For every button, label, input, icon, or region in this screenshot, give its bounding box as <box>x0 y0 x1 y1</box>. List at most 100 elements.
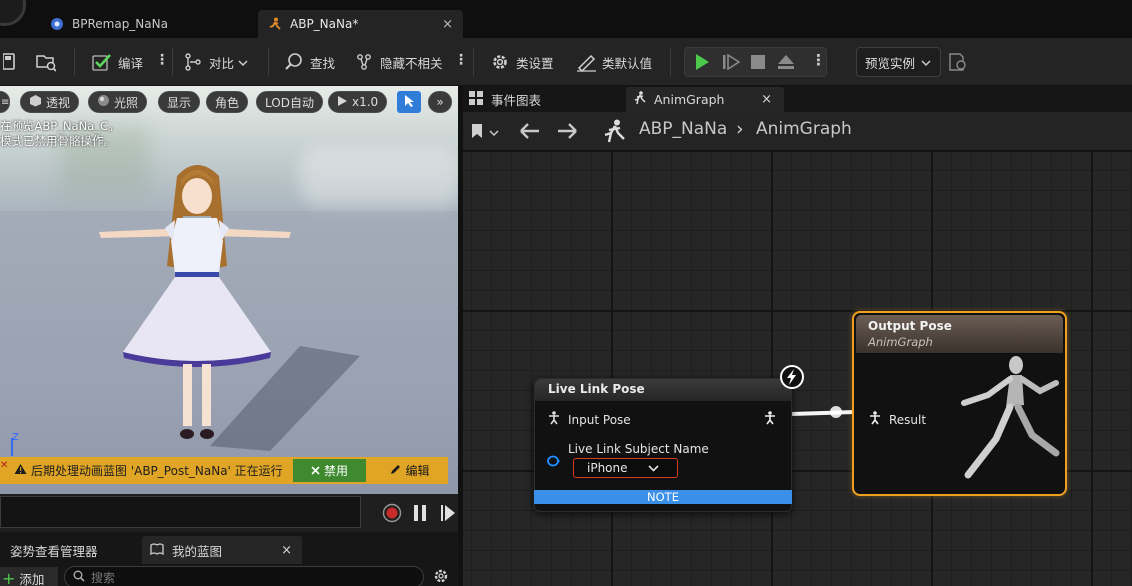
subject-name-pin-icon[interactable] <box>547 455 561 470</box>
plus-icon: + <box>2 568 16 586</box>
perspective-button[interactable]: 透视 <box>20 91 80 113</box>
class-settings-label: 类设置 <box>516 55 554 71</box>
tab-event-graph[interactable]: 事件图表 <box>469 87 619 112</box>
chevron-down-icon <box>648 461 659 475</box>
main-toolbar: 编译 ⋮ 对比 查找 隐藏不相关 ⋮ 类设置 类默认值 ⋮ 预览实例 <box>0 38 1132 86</box>
gear-icon <box>490 52 510 72</box>
close-warning-icon[interactable]: ✕ <box>0 460 8 471</box>
find-button[interactable]: 查找 <box>284 46 335 78</box>
timeline-scrubber[interactable] <box>0 496 361 528</box>
compile-options-button[interactable]: ⋮ <box>155 52 169 68</box>
hide-unrelated-icon <box>354 52 374 72</box>
compile-button[interactable]: 编译 <box>92 46 143 78</box>
disable-label: 禁用 <box>323 464 348 478</box>
tab-label: 事件图表 <box>491 93 542 108</box>
result-label: Result <box>889 412 927 427</box>
mannequin-running-icon <box>961 356 1060 479</box>
tab-bpremap-nana[interactable]: BPRemap_NaNa <box>40 10 255 38</box>
play-icon[interactable] <box>693 53 711 74</box>
tab-label: 姿势查看管理器 <box>10 543 98 559</box>
viewport-overflow-button[interactable]: » <box>428 91 452 113</box>
output-pose-pin-icon[interactable] <box>764 411 776 428</box>
character-model <box>99 165 291 439</box>
tab-label: ABP_NaNa* <box>290 17 359 31</box>
select-mode-button[interactable] <box>397 91 421 113</box>
class-settings-button[interactable]: 类设置 <box>490 46 554 78</box>
note-bar[interactable]: NOTE <box>534 490 792 504</box>
show-button[interactable]: 显示 <box>158 91 201 113</box>
subject-name-value: iPhone <box>587 461 628 475</box>
close-icon[interactable]: × <box>761 92 772 107</box>
save-button[interactable] <box>0 46 26 78</box>
subject-name-label: Live Link Subject Name <box>568 442 709 456</box>
edit-button[interactable]: 编辑 <box>375 459 445 482</box>
pose-pin-icon <box>869 411 881 428</box>
find-label: 查找 <box>310 55 336 71</box>
preview-viewport[interactable]: ≡ 透视 光照 显示 角色 LOD自动 x1.0 » 在预览ABP_NaNa_C… <box>0 86 458 494</box>
tab-anim-graph[interactable]: AnimGraph × <box>626 87 784 112</box>
step-icon[interactable] <box>722 53 741 73</box>
chevron-down-icon[interactable] <box>489 126 499 140</box>
diff-icon <box>183 52 203 72</box>
close-icon[interactable]: × <box>442 17 453 32</box>
background-blur <box>300 146 458 206</box>
play-options-button[interactable]: ⋮ <box>811 51 826 69</box>
record-icon[interactable] <box>382 503 402 526</box>
separator <box>172 48 173 76</box>
add-button[interactable]: + 添加 <box>0 567 58 586</box>
lit-mode-button[interactable]: 光照 <box>88 91 148 113</box>
tab-pose-watch-manager[interactable]: 姿势查看管理器 <box>0 536 138 564</box>
warning-icon <box>14 463 27 478</box>
save-icon <box>0 52 20 72</box>
node-subtitle: AnimGraph <box>868 335 933 349</box>
graph-navigation-bar: ABP_NaNa › AnimGraph <box>463 112 1132 150</box>
disable-button[interactable]: 禁用 <box>293 459 366 482</box>
output-pose-node[interactable]: Output Pose AnimGraph <box>852 311 1067 496</box>
pause-icon[interactable] <box>413 504 427 525</box>
class-defaults-button[interactable]: 类默认值 <box>576 46 652 78</box>
node-title: Output Pose <box>868 319 952 333</box>
anim-blueprint-icon <box>268 17 282 31</box>
browse-button[interactable] <box>36 46 62 78</box>
viewport-message: 在预览ABP_NaNa_C。 模式已禁用骨骼操作。 <box>0 119 120 149</box>
unreal-logo[interactable] <box>0 0 26 26</box>
character-label: 角色 <box>215 95 240 110</box>
tab-label: AnimGraph <box>654 92 725 107</box>
pencil-icon <box>576 52 596 72</box>
search-input[interactable]: 搜索 <box>64 566 424 586</box>
document-tab-bar: BPRemap_NaNa ABP_NaNa* × <box>0 0 1132 38</box>
stop-icon[interactable] <box>751 55 765 72</box>
step-forward-icon[interactable] <box>440 504 456 525</box>
lod-button[interactable]: LOD自动 <box>256 91 323 113</box>
debug-filter-icon[interactable] <box>948 52 968 75</box>
post-process-warning: 后期处理动画蓝图 'ABP_Post_NaNa' 正在运行 禁用 编辑 <box>0 457 448 484</box>
character-button[interactable]: 角色 <box>206 91 249 113</box>
hide-unrelated-button[interactable]: 隐藏不相关 <box>354 46 443 78</box>
separator <box>670 48 671 76</box>
running-man-icon <box>632 91 646 108</box>
close-icon[interactable]: × <box>281 543 292 558</box>
subject-name-dropdown[interactable]: iPhone <box>573 458 678 478</box>
tab-abp-nana[interactable]: ABP_NaNa* × <box>258 10 463 38</box>
eject-icon[interactable] <box>777 54 795 73</box>
lit-label: 光照 <box>114 95 139 110</box>
forward-arrow-icon[interactable] <box>556 122 578 143</box>
back-arrow-icon[interactable] <box>519 122 541 143</box>
breadcrumb-root[interactable]: ABP_NaNa <box>639 119 727 139</box>
timeline-bar <box>0 494 458 532</box>
warning-text: 后期处理动画蓝图 'ABP_Post_NaNa' 正在运行 <box>31 464 283 478</box>
input-pose-pin[interactable]: Input Pose <box>548 411 631 428</box>
preview-instance-label: 预览实例 <box>865 55 916 71</box>
settings-gear-icon[interactable] <box>432 567 450 586</box>
compile-label: 编译 <box>118 55 144 71</box>
x-icon <box>311 464 320 478</box>
preview-instance-dropdown[interactable]: 预览实例 <box>856 47 941 77</box>
bookmark-icon[interactable] <box>471 123 483 142</box>
playback-speed-button[interactable]: x1.0 <box>328 91 388 113</box>
hide-options-button[interactable]: ⋮ <box>454 52 468 68</box>
grid-icon <box>469 91 483 108</box>
input-pose-label: Input Pose <box>568 412 631 427</box>
diff-button[interactable]: 对比 <box>183 46 248 78</box>
result-pin[interactable]: Result <box>869 411 926 428</box>
tab-my-blueprint[interactable]: 我的蓝图 × <box>142 536 302 564</box>
